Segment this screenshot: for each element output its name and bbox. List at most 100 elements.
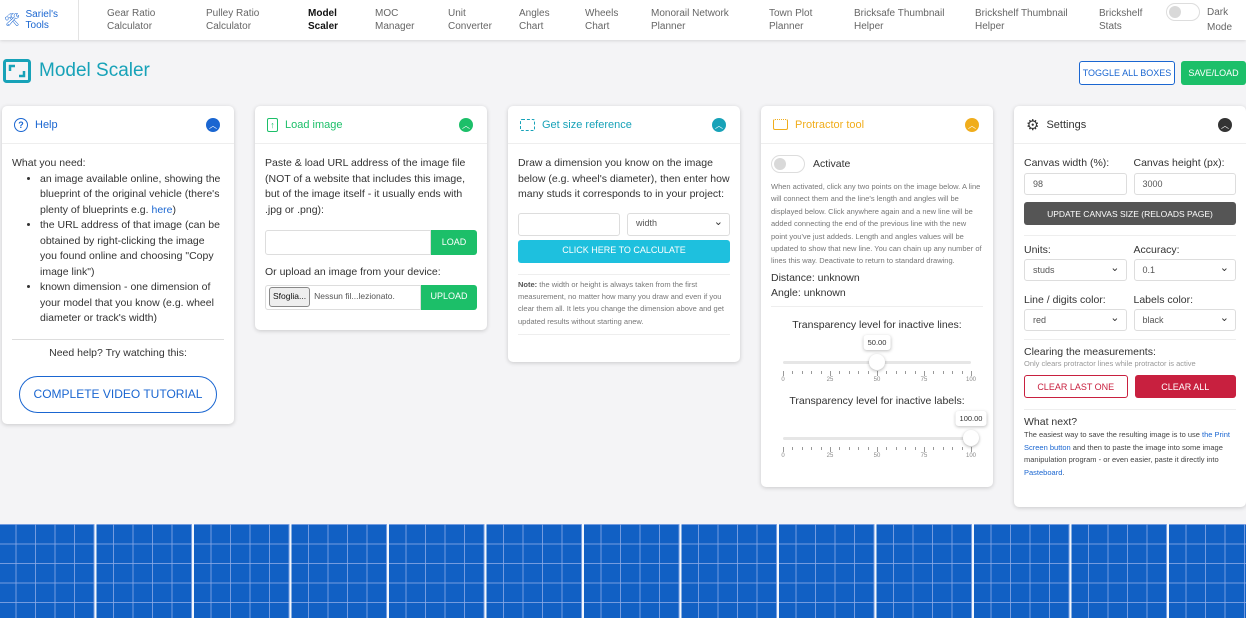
clear-last-button[interactable]: Clear last one [1024,375,1128,399]
lines-transparency-slider[interactable]: 0 25 50 75 100 50.00 [781,334,976,385]
load-button[interactable]: Load [431,230,477,255]
help-intro: What you need: [12,157,86,169]
slider-tick [830,370,831,376]
line-color-select[interactable]: red [1024,309,1127,331]
slider-value-bubble: 50.00 [863,334,891,350]
slider-tick [839,446,841,450]
slider-tick [820,446,822,450]
size-description: Draw a dimension you know on the image b… [518,157,730,200]
canvas-width-input[interactable]: 98 [1024,173,1127,195]
slider-handle[interactable] [869,353,885,370]
file-input[interactable]: Sfoglia... Nessun fil...lezionato. [265,284,421,310]
nav-item[interactable]: Angles Chart [519,7,550,33]
file-name-text: Nessun fil...lezionato. [314,291,395,302]
accuracy-label: Accuracy: [1133,244,1180,256]
dimension-select[interactable]: width [627,212,730,236]
slider-tick [858,370,860,374]
slider-tick [942,370,944,374]
top-nav: 🛠 Sariel's Tools Gear Ratio Calculator Pul… [0,0,1246,40]
scale-icon [3,59,31,83]
activate-protractor-toggle[interactable] [771,155,805,173]
collapse-icon[interactable]: ︿ [712,118,726,132]
labels-color-label: Labels color: [1133,294,1194,306]
slider-tick [924,446,925,452]
slider-handle[interactable] [963,429,979,446]
slider-tick-label: 50 [873,376,881,383]
slider-tick [905,446,907,450]
nav-item[interactable]: MOC Manager [375,7,414,33]
upload-button[interactable]: Upload [421,284,477,310]
slider-tick-label: 25 [826,452,834,459]
load-description: Paste & load URL address of the image fi… [265,157,466,216]
help-bullet: the URL address of that image (can be ob… [40,218,224,280]
protractor-card: Protractor tool ︿ Activate When activate… [761,106,993,487]
collapse-icon[interactable]: ︿ [965,118,979,132]
video-tutorial-button[interactable]: Complete video tutorial [19,376,217,413]
collapse-icon[interactable]: ︿ [1218,118,1232,132]
slider-tick [783,370,784,376]
nav-item[interactable]: Pulley Ratio Calculator [206,7,259,33]
canvas-height-input[interactable]: 3000 [1133,173,1236,195]
nav-item[interactable]: Monorail Network Planner [651,7,729,33]
settings-card: ⚙ Settings ︿ Canvas width (%): Canvas he… [1014,106,1246,507]
collapse-icon[interactable]: ︿ [206,118,220,132]
blueprint-canvas[interactable] [0,524,1246,618]
calculate-button[interactable]: Click here to calculate [518,239,730,263]
angle-readout: Angle: unknown [771,286,846,299]
dark-mode-toggle[interactable] [1166,3,1200,21]
slider-tick [783,446,784,452]
image-url-input[interactable] [265,230,431,255]
load-image-header[interactable]: ↑ Load image ︿ [255,106,487,144]
help-header[interactable]: ? Help ︿ [2,106,234,144]
slider-tick [886,370,888,374]
nav-item[interactable]: Model Scaler [308,7,338,33]
help-bullet: an image available online, showing the b… [40,172,224,219]
clearing-label: Clearing the measurements: [1024,346,1156,358]
slider-tick-label: 25 [826,376,834,383]
nav-item[interactable]: Brickshelf Thumbnail Helper [975,7,1068,33]
clear-all-button[interactable]: Clear all [1134,375,1236,399]
slider-tick-label: 75 [920,452,928,459]
units-select[interactable]: studs [1024,259,1127,281]
protractor-header[interactable]: Protractor tool ︿ [761,106,993,144]
brand-link[interactable]: 🛠 Sariel's Tools [0,0,79,40]
nav-item[interactable]: Bricksafe Thumbnail Helper [854,7,944,33]
labels-color-select[interactable]: black [1133,309,1236,331]
file-upload-icon: ↑ [267,117,278,132]
settings-header[interactable]: ⚙ Settings ︿ [1014,106,1246,144]
blueprints-link[interactable]: here [152,204,173,216]
collapse-icon[interactable]: ︿ [459,118,473,132]
slider-tick-label: 0 [781,376,785,383]
slider-tick [961,370,963,374]
browse-button[interactable]: Sfoglia... [269,287,311,307]
slider-track[interactable] [783,436,971,440]
need-help-text: Need help? Try watching this: [12,338,224,362]
nav-item[interactable]: Brickshelf Stats [1099,7,1142,33]
slider-tick [801,446,803,450]
slider-tick-label: 75 [920,376,928,383]
ruler-icon [773,119,788,130]
activate-label: Activate [813,158,851,170]
slider-tick [924,370,925,376]
update-canvas-button[interactable]: Update canvas size (reloads page) [1024,202,1236,225]
toggle-all-boxes-button[interactable]: Toggle all boxes [1079,61,1175,85]
save-load-button[interactable]: Save/Load [1181,61,1246,85]
slider-tick [895,370,897,374]
slider-tick [942,446,944,450]
gear-icon: ⚙ [1026,116,1040,134]
labels-transparency-slider[interactable]: 0 25 50 75 100 100.00 [781,410,987,461]
pasteboard-link[interactable]: Pasteboard [1024,468,1062,477]
nav-item[interactable]: Wheels Chart [585,7,618,33]
help-bullet: known dimension - one dimension of your … [40,280,224,327]
accuracy-select[interactable]: 0.1 [1133,259,1236,281]
nav-item[interactable]: Town Plot Planner [769,7,812,33]
nav-item[interactable]: Unit Converter [448,7,492,33]
slider-tick [905,370,907,374]
units-label: Units: [1024,244,1051,256]
size-reference-header[interactable]: Get size reference ︿ [508,106,740,144]
slider-tick-label: 50 [873,452,881,459]
tools-icon: 🛠 [4,12,21,27]
known-dimension-input[interactable] [518,212,620,236]
nav-item[interactable]: Gear Ratio Calculator [107,7,155,33]
slider-tick [877,370,878,376]
